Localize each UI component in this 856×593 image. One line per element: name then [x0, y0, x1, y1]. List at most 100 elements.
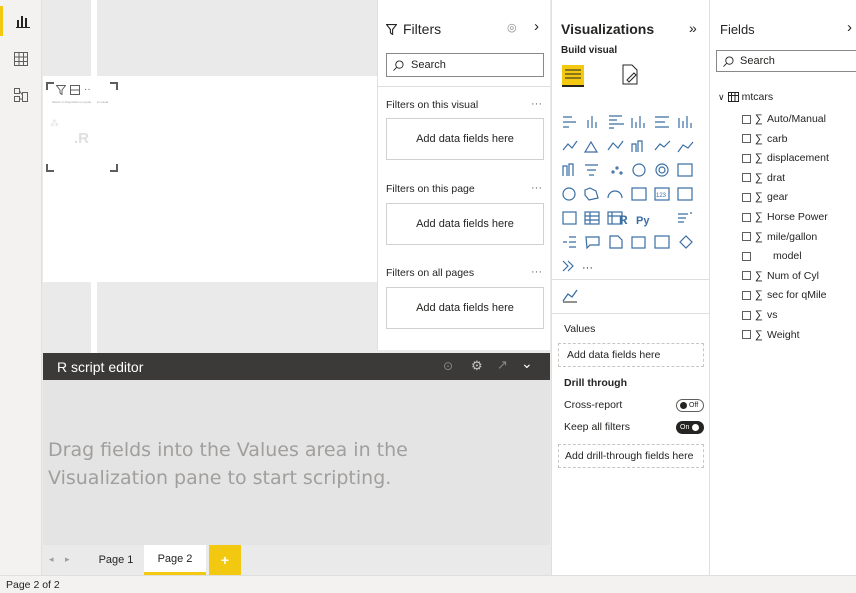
settings-gear-icon[interactable]: ⚙ [471, 358, 483, 374]
keep-all-filters-toggle[interactable]: On [676, 421, 704, 434]
report-view-button[interactable] [0, 6, 42, 36]
more-options-icon[interactable]: ··· [531, 266, 542, 278]
focus-mode-icon[interactable] [70, 84, 80, 95]
sigma-icon: ∑ [755, 211, 763, 223]
field-checkbox[interactable] [742, 114, 751, 124]
field-item[interactable]: ∑ Weight [742, 327, 800, 343]
page-tab-2-active[interactable]: Page 2 [144, 545, 206, 575]
field-item[interactable]: ∑ vs [742, 307, 778, 323]
more-visuals-icon: ··· [582, 262, 593, 274]
filters-header: Filters [386, 21, 441, 37]
divider [552, 313, 709, 314]
collapse-chevron-icon[interactable]: ⌄ [521, 355, 533, 372]
field-item[interactable]: ∑ displacement [742, 150, 829, 166]
table-icon [727, 92, 739, 102]
resize-handle[interactable] [46, 82, 54, 90]
field-item[interactable]: ∑ carb [742, 131, 787, 147]
table-mtcars[interactable]: ∨ mtcars [718, 91, 773, 103]
run-script-icon[interactable]: ⊙ [443, 359, 453, 373]
filters-pane: Filters ◎ › Search Filters on this visua… [377, 0, 550, 350]
field-checkbox[interactable] [742, 232, 751, 242]
fields-search-input[interactable]: Search [716, 50, 856, 72]
chevron-down-icon: ∨ [718, 91, 725, 102]
field-item[interactable]: ∑ drat [742, 170, 785, 186]
filters-on-page-well[interactable]: Add data fields here [386, 203, 544, 245]
filters-on-page-label: Filters on this page [386, 183, 475, 195]
data-view-button[interactable] [0, 44, 42, 74]
keep-all-filters-label: Keep all filters [564, 421, 630, 433]
drill-through-well[interactable]: Add drill-through fields here [558, 444, 704, 468]
filters-search-input[interactable]: Search [386, 53, 544, 77]
expand-arrow-icon[interactable]: ↗ [497, 357, 508, 373]
r-editor-header: R script editor ⊙ ⚙ ↗ ⌄ [43, 353, 550, 380]
field-label: gear [767, 191, 789, 204]
more-options-icon[interactable]: ··· [531, 98, 542, 110]
card-visual-icon: 123 [656, 193, 667, 199]
filters-on-visual-well[interactable]: Add data fields here [386, 118, 544, 160]
sigma-icon: ∑ [755, 230, 763, 243]
field-checkbox[interactable] [742, 290, 751, 300]
field-label: Num of Cyl [767, 269, 819, 282]
field-label: drat [767, 171, 786, 184]
field-item[interactable]: ∑ sec for qMile [742, 287, 827, 303]
fields-grid-icon [565, 69, 581, 79]
sigma-icon: ∑ [755, 269, 763, 282]
sigma-icon: ∑ [755, 191, 763, 204]
field-checkbox[interactable] [742, 192, 751, 202]
field-checkbox[interactable] [742, 251, 751, 261]
collapse-fields-icon[interactable]: › [847, 19, 852, 36]
filter-icon [386, 23, 397, 35]
cross-report-toggle[interactable]: Off [676, 399, 704, 412]
filter-icon[interactable] [56, 84, 66, 95]
filters-on-all-pages-label: Filters on all pages [386, 267, 475, 279]
analytics-icon[interactable] [562, 287, 578, 303]
collapse-visualizations-icon[interactable]: » [689, 20, 697, 36]
bar-chart-icon [15, 16, 30, 28]
filters-title: Filters [403, 21, 442, 37]
page-tab-1[interactable]: Page 1 [87, 545, 145, 575]
resize-handle[interactable] [110, 164, 118, 172]
r-editor-body[interactable]: Drag fields into the Values area in the … [43, 380, 550, 545]
field-checkbox[interactable] [742, 310, 751, 320]
next-page-icon[interactable]: ▸ [65, 554, 70, 565]
prev-page-icon[interactable]: ◂ [49, 554, 54, 565]
field-item[interactable]: ∑ Auto/Manual [742, 111, 826, 127]
search-icon [393, 59, 404, 71]
field-item[interactable]: ∑ gear [742, 189, 788, 205]
field-checkbox[interactable] [742, 153, 751, 163]
status-bar: Page 2 of 2 [0, 575, 856, 593]
visual-type-icons[interactable]: R Py 123 ··· [562, 114, 700, 274]
field-label: carb [767, 132, 788, 145]
field-checkbox[interactable] [742, 134, 751, 144]
field-item[interactable]: ∑ Horse Power [742, 209, 828, 225]
r-visual-placeholder[interactable]: ··· Select or drag fields to populate th… [46, 82, 118, 172]
toggle-knob [680, 402, 687, 409]
add-page-button[interactable]: + [209, 545, 241, 575]
model-view-button[interactable] [0, 80, 42, 110]
field-checkbox[interactable] [742, 212, 751, 222]
resize-handle[interactable] [110, 82, 118, 90]
format-paint-icon[interactable] [621, 64, 639, 86]
field-label: vs [767, 309, 778, 321]
visualizations-title: Visualizations [561, 21, 655, 37]
field-item[interactable]: ∑ mile/gallon [742, 229, 817, 245]
field-checkbox[interactable] [742, 330, 751, 340]
collapse-filters-icon[interactable]: › [534, 18, 539, 35]
field-checkbox[interactable] [742, 173, 751, 183]
visual-hint: Select or drag fields to populate this v… [52, 100, 109, 104]
field-label: Weight [767, 328, 800, 341]
field-item[interactable]: model [742, 248, 802, 264]
field-checkbox[interactable] [742, 271, 751, 281]
sigma-icon: ∑ [755, 328, 763, 341]
resize-handle[interactable] [46, 164, 54, 172]
more-options-icon[interactable]: ··· [531, 182, 542, 194]
r-editor-title: R script editor [57, 359, 144, 375]
filters-on-all-pages-well[interactable]: Add data fields here [386, 287, 544, 329]
eye-icon[interactable]: ◎ [507, 21, 517, 34]
field-item[interactable]: ∑ Num of Cyl [742, 268, 819, 284]
field-label: sec for qMile [767, 289, 827, 302]
values-well[interactable]: Add data fields here [558, 343, 704, 367]
build-visual-tab[interactable] [562, 65, 584, 87]
field-label: displacement [767, 152, 829, 165]
search-icon [723, 55, 734, 67]
